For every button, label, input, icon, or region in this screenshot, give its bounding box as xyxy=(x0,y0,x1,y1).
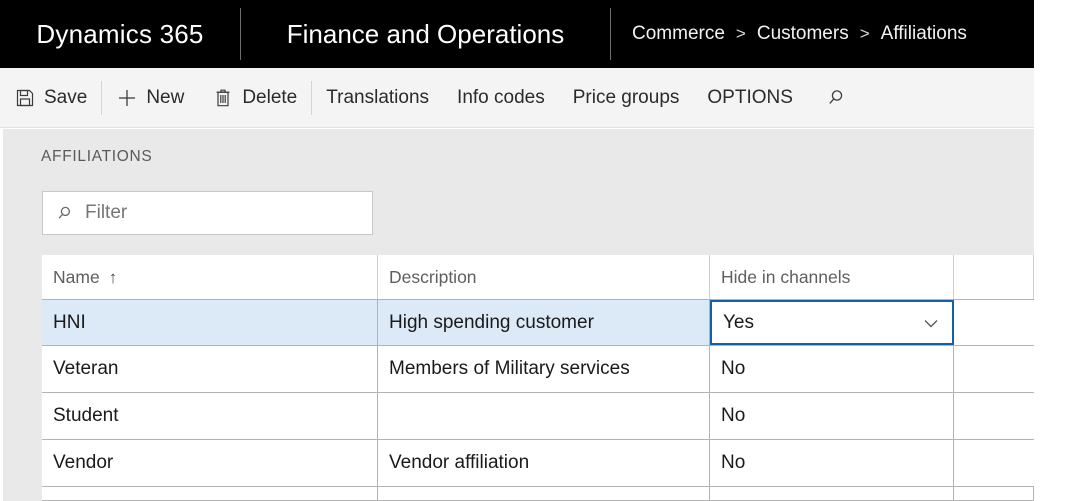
save-label: Save xyxy=(44,86,88,108)
grid-header-row: Name ↑ Description Hide in channels xyxy=(42,255,1034,299)
grid-body: HNI High spending customer Yes Veteran M… xyxy=(42,299,1034,501)
delete-button[interactable]: Delete xyxy=(198,68,311,127)
column-header-description-label: Description xyxy=(389,266,477,287)
column-header-filler xyxy=(954,255,1034,299)
cell-hide-in-channels[interactable]: No xyxy=(710,440,954,486)
action-toolbar: Save New Delete Translations Info codes … xyxy=(0,68,1034,128)
search-icon xyxy=(825,87,847,109)
plus-icon xyxy=(116,87,138,109)
app-window: Dynamics 365 Finance and Operations Comm… xyxy=(0,0,1066,501)
info-codes-button[interactable]: Info codes xyxy=(443,68,559,127)
cell-description[interactable]: Members of Military services xyxy=(378,346,710,392)
cell-filler xyxy=(954,487,1034,500)
new-label: New xyxy=(146,86,185,108)
cell-name[interactable]: Student xyxy=(42,393,378,439)
page-title: AFFILIATIONS xyxy=(41,148,153,165)
app-name-label: Finance and Operations xyxy=(286,18,565,49)
cell-hide-in-channels-dropdown[interactable]: Yes xyxy=(710,300,954,345)
cell-hide-in-channels[interactable]: No xyxy=(710,393,954,439)
breadcrumb-item-commerce[interactable]: Commerce xyxy=(632,23,725,45)
price-groups-button[interactable]: Price groups xyxy=(559,68,694,127)
breadcrumb-item-customers[interactable]: Customers xyxy=(757,23,849,45)
table-row[interactable]: HNI High spending customer Yes xyxy=(42,299,1034,346)
top-navbar: Dynamics 365 Finance and Operations Comm… xyxy=(0,0,1034,68)
app-name[interactable]: Finance and Operations xyxy=(241,0,610,68)
options-button[interactable]: OPTIONS xyxy=(693,68,807,127)
translations-button[interactable]: Translations xyxy=(312,68,443,127)
table-row[interactable]: Vendor Vendor affiliation No xyxy=(42,440,1034,487)
cell-description[interactable] xyxy=(378,487,710,500)
search-icon xyxy=(55,203,75,223)
new-button[interactable]: New xyxy=(102,68,198,127)
cell-name[interactable] xyxy=(42,487,378,500)
cell-description[interactable]: High spending customer xyxy=(378,300,710,345)
cell-description[interactable]: Vendor affiliation xyxy=(378,440,710,486)
breadcrumb-item-affiliations[interactable]: Affiliations xyxy=(881,23,967,45)
cell-hide-in-channels[interactable]: No xyxy=(710,346,954,392)
cell-hide-in-channels[interactable] xyxy=(710,487,954,500)
delete-label: Delete xyxy=(242,86,298,108)
cell-hide-in-channels-value: Yes xyxy=(723,311,754,333)
filter-placeholder: Filter xyxy=(85,202,128,223)
column-header-description[interactable]: Description xyxy=(378,255,710,299)
trash-icon xyxy=(212,87,234,109)
content-panel: AFFILIATIONS Filter Name ↑ Description H… xyxy=(3,129,1034,501)
save-button[interactable]: Save xyxy=(0,68,101,127)
cell-filler xyxy=(954,440,1034,486)
table-row-partial[interactable] xyxy=(42,487,1034,501)
breadcrumb-separator: > xyxy=(859,24,870,43)
column-header-name[interactable]: Name ↑ xyxy=(42,255,378,299)
price-groups-label: Price groups xyxy=(572,86,680,108)
cell-filler xyxy=(954,393,1034,439)
cell-name[interactable]: Veteran xyxy=(42,346,378,392)
affiliations-grid: Name ↑ Description Hide in channels HNI … xyxy=(42,255,1034,501)
cell-filler xyxy=(954,300,1034,345)
info-codes-label: Info codes xyxy=(457,86,545,108)
chevron-down-icon[interactable] xyxy=(920,312,942,334)
breadcrumb: Commerce > Customers > Affiliations xyxy=(611,0,967,68)
options-label: OPTIONS xyxy=(707,86,793,108)
translations-label: Translations xyxy=(326,86,430,108)
cell-name[interactable]: Vendor xyxy=(42,440,378,486)
column-header-hide-in-channels-label: Hide in channels xyxy=(721,266,851,287)
save-icon xyxy=(14,87,36,109)
filter-input[interactable]: Filter xyxy=(42,191,373,235)
column-header-name-label: Name xyxy=(53,266,100,287)
product-brand[interactable]: Dynamics 365 xyxy=(0,0,240,68)
column-header-hide-in-channels[interactable]: Hide in channels xyxy=(710,255,954,299)
cell-filler xyxy=(954,346,1034,392)
table-row[interactable]: Student No xyxy=(42,393,1034,440)
cell-description[interactable] xyxy=(378,393,710,439)
cell-name[interactable]: HNI xyxy=(42,300,378,345)
sort-ascending-icon: ↑ xyxy=(108,267,118,287)
product-brand-label: Dynamics 365 xyxy=(36,18,204,49)
breadcrumb-separator: > xyxy=(735,24,746,43)
toolbar-search-button[interactable] xyxy=(807,68,865,127)
table-row[interactable]: Veteran Members of Military services No xyxy=(42,346,1034,393)
